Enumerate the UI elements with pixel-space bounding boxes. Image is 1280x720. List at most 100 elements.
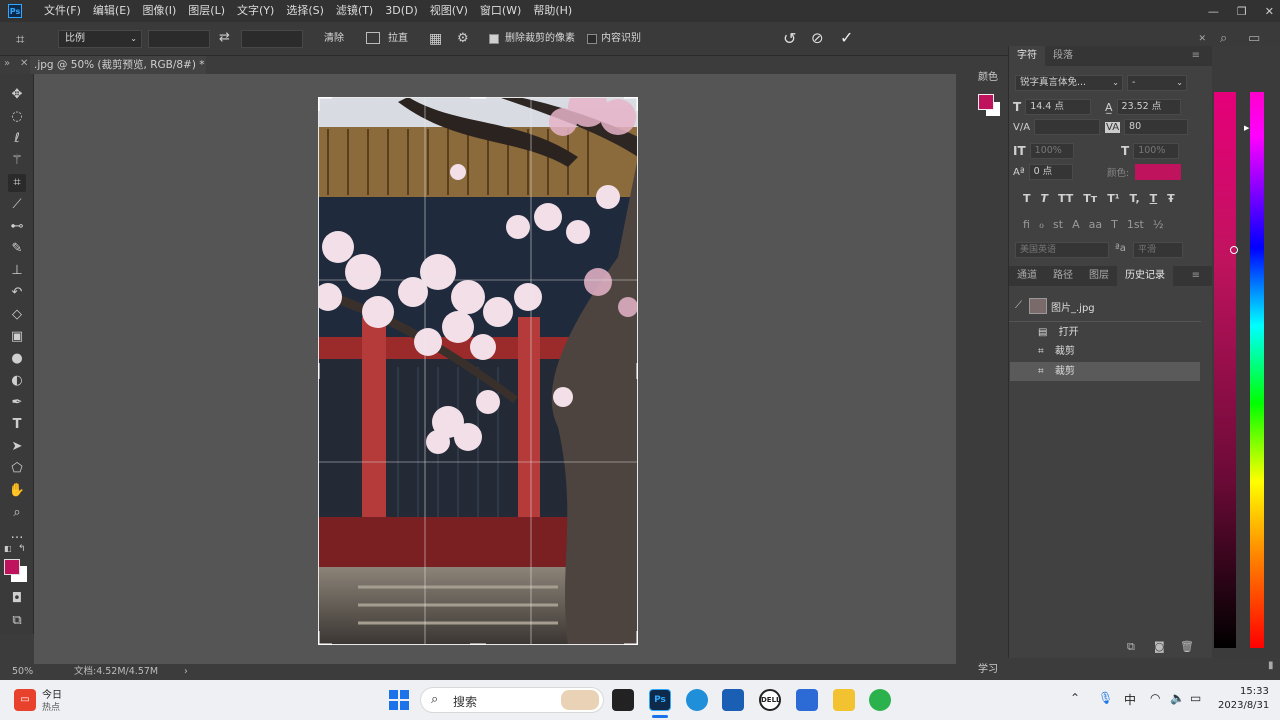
history-brush-icon[interactable]: ↶ [8,284,26,302]
overlay-grid-icon[interactable]: ▦ [429,31,442,47]
collapse-icon[interactable]: » [4,58,10,69]
tab-paragraph[interactable]: 段落 [1045,46,1081,66]
history-item[interactable]: ⌗ 裁剪 [1010,342,1200,361]
task-view-icon[interactable] [612,689,634,711]
tab-channels[interactable]: 通道 [1009,266,1045,286]
hue-slider[interactable] [1250,92,1264,648]
crop-tool-preset-icon[interactable]: ⌗ [16,30,34,48]
news-icon[interactable]: ▭ [14,689,36,711]
trash-icon[interactable]: 🗑 [1180,640,1194,653]
default-colors-icon[interactable]: ◧ [4,544,12,553]
foreground-swatch[interactable] [978,94,994,110]
menu-file[interactable]: 文件(F) [38,0,87,22]
zoom-level[interactable]: 50% [12,664,33,680]
cancel-icon[interactable]: ⊘ [811,29,824,47]
tab-character[interactable]: 字符 [1009,46,1045,66]
widget-title[interactable]: 今日 [42,686,62,701]
discretionary-ligature-button[interactable]: st [1053,218,1063,231]
minimize-icon[interactable]: — [1208,5,1219,18]
tab-layers[interactable]: 图层 [1081,266,1117,286]
swap-colors-icon[interactable]: ↰ [18,544,26,554]
baseline-shift-field[interactable]: 0 点 [1028,164,1073,180]
hand-tool-icon[interactable]: ✋ [8,482,26,500]
leading-field[interactable]: 23.52 点 [1116,99,1181,115]
strikethrough-button[interactable]: Ŧ [1167,192,1175,205]
kerning-field[interactable] [1034,119,1101,135]
text-color-swatch[interactable] [1135,164,1182,180]
menu-edit[interactable]: 编辑(E) [87,0,137,22]
dodge-tool-icon[interactable]: ◐ [8,372,26,390]
stamp-tool-icon[interactable]: ⊥ [8,262,26,280]
healing-tool-icon[interactable]: ⊷ [8,218,26,236]
menu-type[interactable]: 文字(Y) [231,0,280,22]
blur-tool-icon[interactable]: ● [8,350,26,368]
tracking-field[interactable]: 80 [1124,119,1189,135]
dell-icon[interactable]: DELL [759,689,781,711]
windows-start-icon[interactable] [389,690,409,710]
lasso-tool-icon[interactable]: ℓ [8,130,26,148]
gradient-tool-icon[interactable]: ▣ [8,328,26,346]
move-tool-icon[interactable]: ✥ [8,86,26,104]
history-item-selected[interactable]: ⌗ 裁剪 [1010,362,1200,381]
small-caps-button[interactable]: Tт [1083,192,1097,205]
commit-icon[interactable]: ✓ [840,28,853,47]
canvas-area[interactable] [34,74,956,664]
tab-paths[interactable]: 路径 [1045,266,1081,286]
color-marker-icon[interactable] [1230,246,1238,254]
language-select[interactable]: 美国英语 [1015,242,1109,258]
type-tool-icon[interactable]: T [8,416,26,434]
path-select-icon[interactable]: ➤ [8,438,26,456]
store-icon[interactable] [722,689,744,711]
brush-tool-icon[interactable]: ✎ [8,240,26,258]
menu-image[interactable]: 图像(I) [136,0,182,22]
swap-icon[interactable]: ⇄ [219,30,230,45]
file-explorer-icon[interactable] [833,689,855,711]
horizontal-scale-field[interactable]: 100% [1133,143,1180,159]
wifi-icon[interactable]: ◠ [1150,691,1160,705]
ordinals-button[interactable]: 1st [1127,218,1144,231]
restore-icon[interactable]: ❐ [1237,5,1247,18]
swash-button[interactable]: A [1072,218,1080,231]
history-snapshot[interactable]: ⟋ 图片_.jpg [1009,294,1201,322]
shape-tool-icon[interactable]: ⬠ [8,460,26,478]
volume-icon[interactable]: 🔈 [1170,691,1185,705]
more-tools-icon[interactable]: … [8,526,26,544]
antialias-select[interactable]: 平滑 [1133,242,1183,258]
quick-mask-icon[interactable]: ◘ [8,590,26,608]
photoshop-taskbar-icon[interactable]: Ps [649,689,671,711]
clock-time[interactable]: 15:33 [1240,686,1269,697]
subscript-button[interactable]: T, [1130,192,1140,205]
eraser-tool-icon[interactable]: ◇ [8,306,26,324]
font-style-select[interactable]: - ⌄ [1127,75,1187,91]
underline-button[interactable]: T [1150,192,1158,205]
ratio-select[interactable]: 比例 ⌄ [58,30,142,48]
ratio-width-input[interactable] [148,30,210,48]
straighten-icon[interactable] [366,32,380,44]
crop-overlay[interactable] [318,97,638,645]
reset-icon[interactable]: ↺ [783,29,796,48]
panel-menu-icon[interactable]: ≡ [1184,46,1208,66]
close-icon[interactable]: ✕ [1198,34,1206,44]
contextual-alternates-button[interactable]: ℴ [1039,218,1044,231]
tab-history[interactable]: 历史记录 [1117,266,1173,286]
close-icon[interactable]: ✕ [1265,5,1274,18]
ligature-button[interactable]: fi [1023,218,1030,231]
menu-filter[interactable]: 滤镜(T) [330,0,379,22]
learn-panel-label[interactable]: 学习 [978,660,998,675]
search-icon[interactable]: ⌕ [1220,31,1227,46]
chevron-up-icon[interactable]: ⌃ [1070,691,1080,705]
zoom-tool-icon[interactable]: ⌕ [8,504,26,522]
crop-tool-icon[interactable]: ⌗ [8,174,26,192]
menu-window[interactable]: 窗口(W) [474,0,527,22]
faux-italic-button[interactable]: T [1041,192,1049,205]
new-document-from-state-icon[interactable]: ⧉ [1127,640,1135,654]
panel-menu-icon[interactable]: ≡ [1184,266,1208,286]
faux-bold-button[interactable]: T [1023,192,1031,205]
font-family-select[interactable]: 锐字真言体免... ⌄ [1015,75,1123,91]
gear-icon[interactable]: ⚙ [457,31,469,46]
camera-icon[interactable]: ◙ [1154,640,1165,653]
all-caps-button[interactable]: TT [1058,192,1073,205]
eyedropper-tool-icon[interactable]: ⟋ [8,196,26,214]
menu-help[interactable]: 帮助(H) [527,0,578,22]
chevron-right-icon[interactable]: › [184,664,188,680]
